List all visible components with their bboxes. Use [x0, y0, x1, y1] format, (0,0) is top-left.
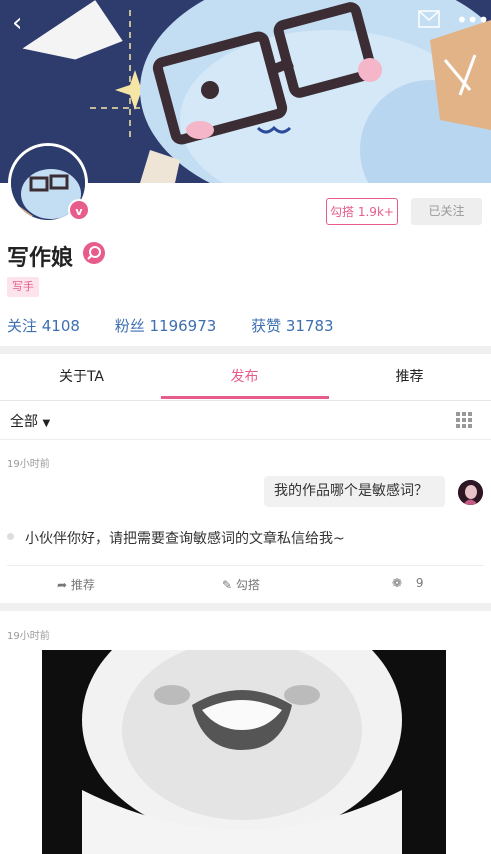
paw-count: 9: [415, 576, 424, 590]
profile-tabs: 关于TA 发布 推荐: [0, 354, 491, 401]
back-arrow-icon[interactable]: ‹: [12, 8, 22, 38]
active-tab-indicator: [161, 396, 329, 399]
filter-dropdown[interactable]: 全部 ▼: [10, 411, 50, 431]
post-separator: [0, 603, 491, 611]
gouda-action[interactable]: ✎ 勾搭: [222, 576, 260, 593]
grid-view-icon[interactable]: [456, 412, 472, 428]
role-badge: 写手: [7, 277, 39, 297]
post-time: 19小时前: [7, 631, 50, 642]
filter-bar: 全部 ▼: [0, 401, 491, 440]
pencil-icon: ✎: [222, 578, 233, 592]
post-divider: [7, 565, 484, 566]
profile-stats: 关注 4108 粉丝 1196973 获赞 31783: [7, 315, 364, 336]
section-divider: [0, 346, 491, 354]
following-count[interactable]: 关注 4108: [7, 317, 80, 335]
filter-label: 全部: [10, 414, 38, 430]
bullet-dot: [7, 533, 14, 540]
more-icon[interactable]: •••: [456, 8, 489, 32]
meme-face-image: [42, 650, 446, 854]
post-text[interactable]: 小伙伴你好，请把需要查询敏感词的文章私信给我~: [25, 528, 345, 548]
gouda-button[interactable]: 勾搭 1.9k+: [326, 198, 398, 225]
recommend-action[interactable]: ➦ 推荐: [57, 576, 95, 593]
caret-down-icon: ▼: [42, 418, 51, 429]
question-bubble: 我的作品哪个是敏感词？: [264, 476, 445, 507]
fans-count[interactable]: 粉丝 1196973: [115, 317, 217, 335]
tab-recommend[interactable]: 推荐: [328, 354, 491, 400]
asker-avatar[interactable]: [458, 480, 483, 505]
profile-name: 写作娘: [7, 246, 74, 271]
paw-icon: ❁: [392, 576, 403, 590]
post-time: 19小时前: [7, 459, 50, 470]
share-arrow-icon: ➦: [57, 578, 68, 592]
verified-badge: v: [68, 199, 90, 221]
tab-posts[interactable]: 发布: [163, 354, 326, 400]
paw-action[interactable]: ❁ 9: [392, 576, 424, 590]
gouda-label: 勾搭: [235, 578, 260, 592]
recommend-label: 推荐: [70, 578, 95, 592]
tab-about[interactable]: 关于TA: [0, 354, 163, 400]
follow-button[interactable]: 已关注: [411, 198, 482, 225]
likes-count: 获赞 31783: [251, 317, 334, 335]
search-author-icon[interactable]: [83, 242, 105, 264]
post-image[interactable]: [42, 650, 446, 854]
